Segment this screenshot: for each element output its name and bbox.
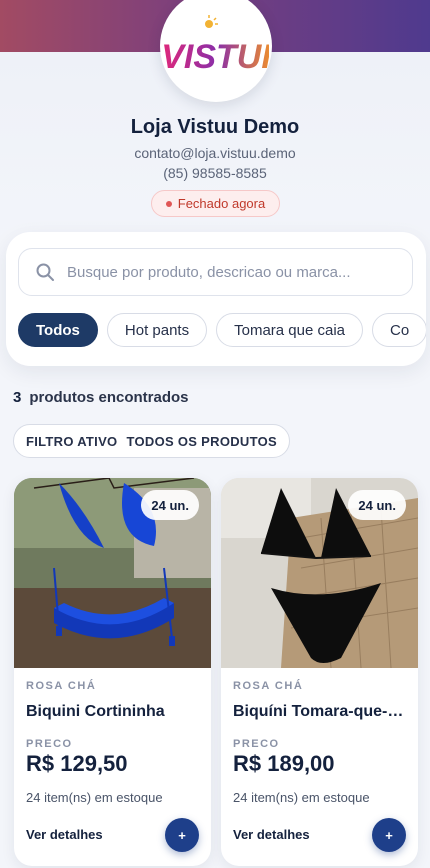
product-brand: ROSA CHÁ [26,680,97,692]
search-icon [36,263,54,281]
store-name: Loja Vistuu Demo [130,116,300,138]
status-badge: Fechado agora [151,190,280,217]
product-name: Biquíni Tomara-que-caia [233,703,409,720]
status-dot-icon [165,200,172,207]
search-panel: Todos Hot pants Tomara que caia Co [6,232,426,366]
category-chips: Todos Hot pants Tomara que caia Co [18,313,426,347]
view-details-link[interactable]: Ver detalhes [233,827,310,842]
search-box[interactable] [18,248,413,296]
search-input[interactable] [67,263,397,281]
stock-text: 24 item(ns) em estoque [233,790,370,805]
price-label: PRECO [233,738,280,750]
filter-label: FILTRO ATIVO [26,433,118,449]
stock-text: 24 item(ns) em estoque [26,790,163,805]
stock-badge: 24 un. [348,490,406,520]
filter-value: TODOS OS PRODUTOS [126,433,277,449]
store-email[interactable]: contato@loja.vistuu.demo [0,145,430,161]
category-chip-more[interactable]: Co [372,313,426,347]
view-details-link[interactable]: Ver detalhes [26,827,103,842]
results-count-label: produtos encontrados [29,389,189,406]
product-card[interactable]: 24 un. ROSA CHÁ Biquíni Tomara-que-caia … [221,478,418,866]
product-card[interactable]: 24 un. ROSA CHÁ Biquini Cortininha PRECO… [14,478,211,866]
category-chip-tomara-que-caia[interactable]: Tomara que caia [216,313,364,347]
results-count: 3 produtos encontrados [13,389,189,406]
active-filter-pill[interactable]: FILTRO ATIVO TODOS OS PRODUTOS [13,424,290,458]
product-price: R$ 189,00 [233,751,335,776]
store-phone[interactable]: (85) 98585-8585 [0,165,430,181]
product-brand: ROSA CHÁ [233,680,304,692]
results-count-number: 3 [13,389,22,406]
svg-text:VISTUI: VISTUI [163,38,269,76]
product-name: Biquini Cortininha [26,703,165,720]
status-text: Fechado agora [177,196,266,211]
product-price: R$ 129,50 [26,751,128,776]
vistui-logo-icon: VISTUI [163,15,269,76]
category-chip-todos[interactable]: Todos [18,313,98,347]
add-to-cart-button[interactable]: + [372,818,406,852]
price-label: PRECO [26,738,73,750]
stock-badge: 24 un. [141,490,199,520]
add-to-cart-button[interactable]: + [165,818,199,852]
category-chip-hot-pants[interactable]: Hot pants [106,313,208,347]
